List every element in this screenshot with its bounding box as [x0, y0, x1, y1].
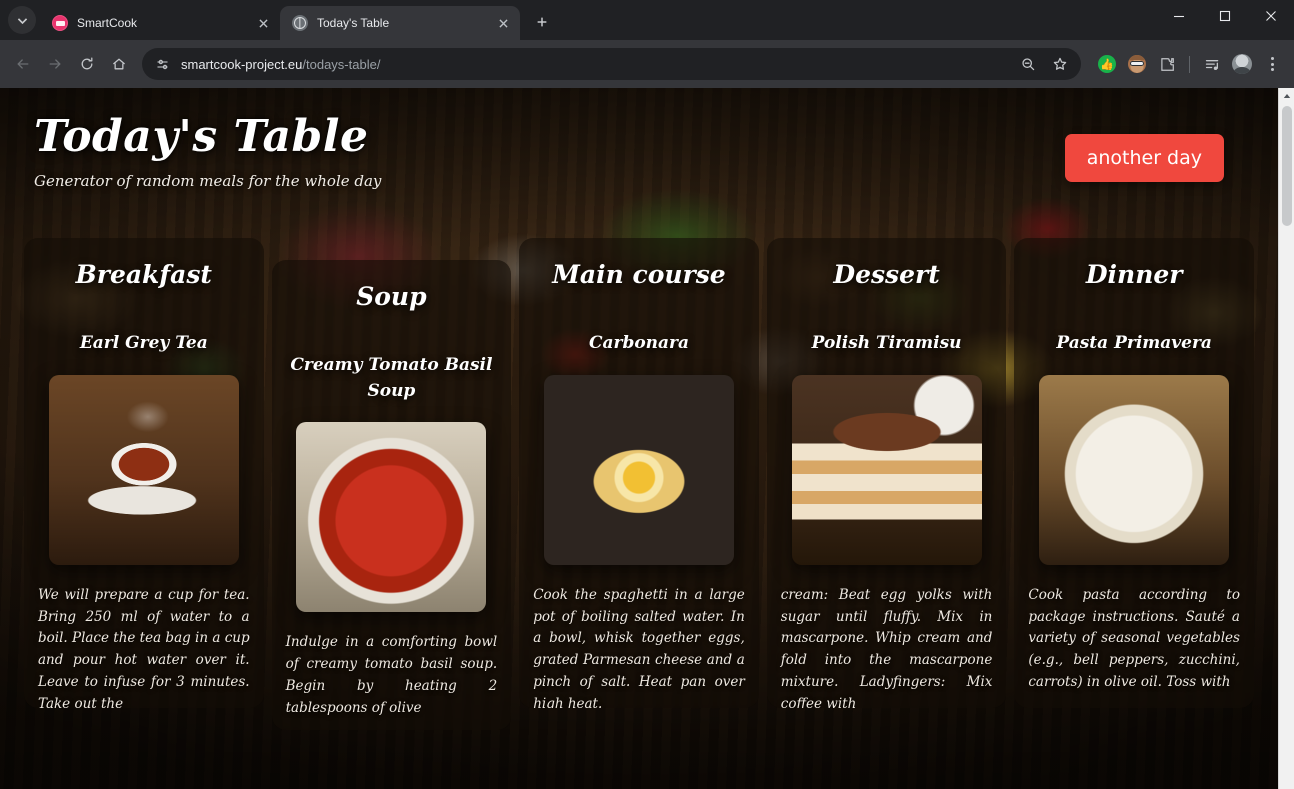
card-heading: Dessert: [833, 260, 940, 290]
card-meal-name: Creamy Tomato Basil Soup: [290, 355, 493, 401]
star-icon: [1053, 57, 1067, 70]
card-description: Cook the spaghetti in a large pot of boi…: [533, 586, 745, 709]
toolbar-divider: [1189, 55, 1190, 73]
browser-window: SmartCook Today's Table smartcook-projec…: [0, 0, 1294, 789]
scrollbar-thumb[interactable]: [1281, 106, 1292, 226]
card-heading: Main course: [552, 260, 726, 290]
site-header: Today's Table Generator of random meals …: [0, 88, 1278, 190]
close-icon: [498, 18, 508, 28]
page-subtitle: Generator of random meals for the whole …: [34, 172, 382, 191]
profile-button[interactable]: [1228, 50, 1256, 78]
card-meal-name: Pasta Primavera: [1056, 333, 1212, 354]
header-text-block: Today's Table Generator of random meals …: [34, 111, 1065, 191]
page-viewport: Today's Table Generator of random meals …: [0, 88, 1294, 789]
pasta-primavera-photo: [1039, 374, 1230, 565]
profile-avatar-icon: [1232, 54, 1252, 74]
thumbs-up-extension-button[interactable]: 👍: [1093, 50, 1121, 78]
chevron-down-icon: [17, 17, 27, 24]
reload-icon: [81, 57, 93, 70]
meal-card-soup[interactable]: Soup Creamy Tomato Basil Soup Indulge in…: [271, 260, 512, 731]
face-avatar-extension-button[interactable]: [1123, 50, 1151, 78]
zoom-out-button[interactable]: [1013, 49, 1043, 79]
url-domain: smartcook-project.eu: [181, 56, 303, 72]
meal-card-dessert[interactable]: Dessert Polish Tiramisu cream: Beat egg …: [766, 238, 1007, 709]
maximize-icon: [1219, 10, 1231, 22]
address-bar[interactable]: smartcook-project.eu/todays-table/: [142, 48, 1081, 80]
chrome-menu-button[interactable]: [1258, 50, 1286, 78]
close-window-button[interactable]: [1248, 0, 1294, 32]
sliders-icon: [157, 59, 168, 69]
back-button[interactable]: [8, 49, 38, 79]
meal-card-dinner[interactable]: Dinner Pasta Primavera Cook pasta accord…: [1014, 238, 1254, 709]
face-avatar-icon: [1128, 55, 1146, 73]
reading-list-icon: [1205, 59, 1218, 70]
three-dot-menu-icon: [1270, 57, 1274, 71]
forward-arrow-icon: [49, 59, 61, 69]
page-title: Today's Table: [34, 111, 369, 162]
extensions-button[interactable]: [1153, 50, 1181, 78]
card-description: cream: Beat egg yolks with sugar until f…: [780, 586, 993, 709]
plus-icon: [537, 17, 547, 27]
card-description: We will prepare a cup for tea. Bring 250…: [38, 586, 250, 709]
card-description: Indulge in a comforting bowl of creamy t…: [285, 634, 498, 716]
carbonara-photo: [543, 374, 734, 565]
window-controls: [1156, 0, 1294, 32]
web-page: Today's Table Generator of random meals …: [0, 88, 1278, 789]
reload-button[interactable]: [72, 49, 102, 79]
home-button[interactable]: [104, 49, 134, 79]
tomato-soup-photo: [296, 422, 487, 613]
card-heading: Soup: [356, 282, 427, 312]
card-meal-name: Polish Tiramisu: [811, 333, 962, 354]
minimize-button[interactable]: [1156, 0, 1202, 32]
puzzle-icon: [1160, 57, 1174, 71]
thumbs-up-icon: 👍: [1098, 55, 1116, 73]
meal-card-row: Breakfast Earl Grey Tea We will prepare …: [0, 238, 1278, 731]
url-text: smartcook-project.eu/todays-table/: [181, 57, 1003, 72]
home-icon: [113, 58, 125, 70]
page-scrollbar[interactable]: [1278, 88, 1294, 789]
tiramisu-photo: [791, 374, 982, 565]
tab-title: SmartCook: [77, 16, 138, 30]
scroll-up-button[interactable]: [1279, 88, 1294, 104]
tab-close-button[interactable]: [254, 14, 272, 32]
chevron-up-icon: [1283, 94, 1290, 98]
browser-toolbar: smartcook-project.eu/todays-table/ 👍: [0, 40, 1294, 88]
zoom-out-icon: [1022, 58, 1035, 71]
globe-icon: [292, 15, 308, 31]
omnibox-actions: [1013, 49, 1075, 79]
close-icon: [258, 18, 268, 28]
smartcook-logo-icon: [52, 15, 68, 31]
tab-strip: SmartCook Today's Table: [0, 0, 1294, 40]
extension-icons: 👍: [1089, 50, 1286, 78]
back-arrow-icon: [17, 59, 29, 69]
another-day-button[interactable]: another day: [1064, 134, 1224, 182]
card-heading: Breakfast: [75, 260, 212, 290]
tea-cup-photo: [48, 374, 239, 565]
new-tab-button[interactable]: [528, 8, 556, 36]
browser-tab-smartcook[interactable]: SmartCook: [40, 6, 280, 40]
page-content: Today's Table Generator of random meals …: [0, 88, 1278, 789]
bookmark-button[interactable]: [1045, 49, 1075, 79]
url-path: /todays-table/: [302, 56, 381, 72]
card-heading: Dinner: [1085, 260, 1183, 290]
tab-search-button[interactable]: [8, 6, 36, 34]
close-icon: [1266, 11, 1276, 21]
maximize-button[interactable]: [1202, 0, 1248, 32]
forward-button[interactable]: [40, 49, 70, 79]
tab-close-button[interactable]: [494, 14, 512, 32]
meal-card-breakfast[interactable]: Breakfast Earl Grey Tea We will prepare …: [24, 238, 264, 709]
tab-title: Today's Table: [317, 16, 390, 30]
card-description: Cook pasta according to package instruct…: [1028, 586, 1240, 691]
site-settings-icon[interactable]: [154, 56, 171, 73]
browser-tab-todays-table[interactable]: Today's Table: [280, 6, 520, 40]
meal-card-main-course[interactable]: Main course Carbonara Cook the spaghetti…: [519, 238, 759, 709]
reading-list-button[interactable]: [1198, 50, 1226, 78]
card-meal-name: Carbonara: [588, 333, 690, 354]
minimize-icon: [1174, 15, 1184, 18]
card-meal-name: Earl Grey Tea: [79, 333, 208, 354]
